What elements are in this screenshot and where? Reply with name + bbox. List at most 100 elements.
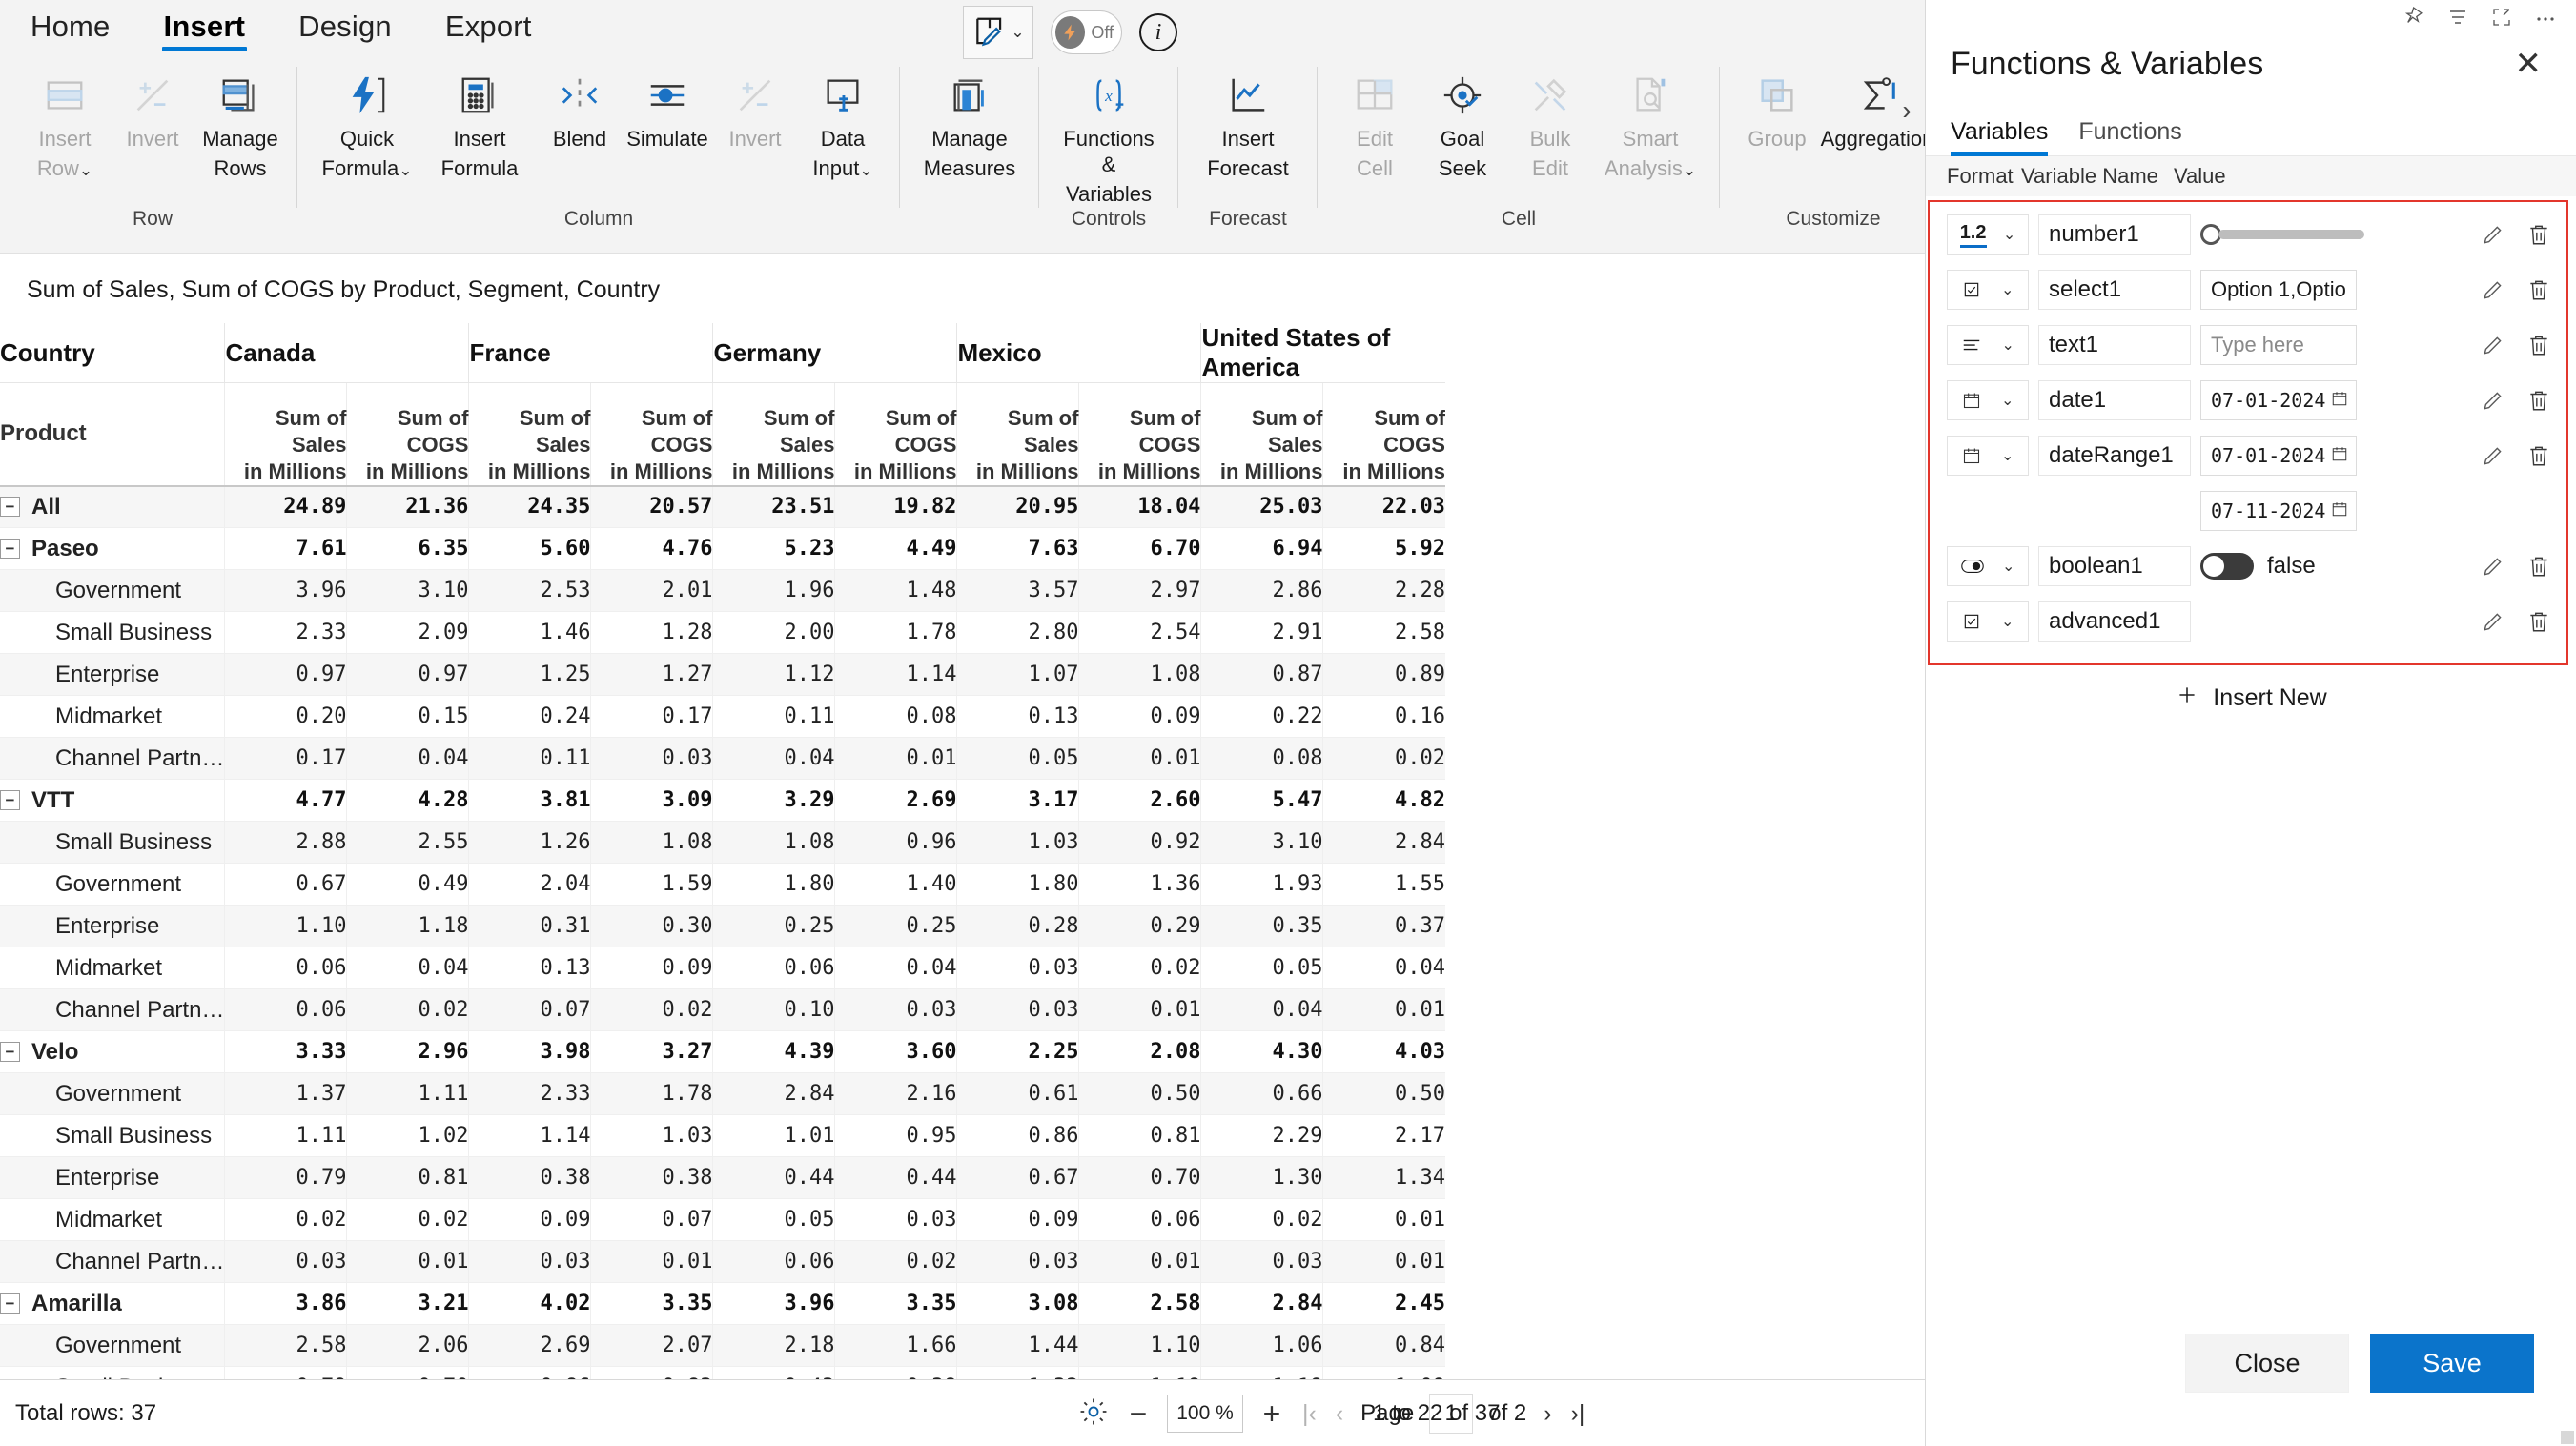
table-cell[interactable]: 0.70 (346, 1366, 469, 1379)
table-cell[interactable]: 7.61 (224, 527, 347, 570)
table-cell[interactable]: 3.33 (224, 1030, 347, 1073)
table-cell[interactable]: 0.01 (1078, 1240, 1201, 1283)
table-cell[interactable]: 1.34 (1322, 1156, 1445, 1199)
table-cell[interactable]: 1.40 (834, 863, 957, 906)
table-cell[interactable]: 2.00 (712, 611, 835, 654)
table-cell[interactable]: 6.94 (1200, 527, 1323, 570)
zoom-level-value[interactable]: 100 % (1167, 1395, 1243, 1433)
table-cell[interactable]: 1.14 (834, 653, 957, 696)
table-cell[interactable]: 1.08 (1078, 653, 1201, 696)
table-cell[interactable]: 0.01 (1078, 988, 1201, 1031)
table-cell[interactable]: 2.06 (346, 1324, 469, 1367)
table-cell[interactable]: 0.83 (590, 1366, 713, 1379)
table-cell[interactable]: 24.89 (224, 485, 347, 528)
table-cell[interactable]: 25.03 (1200, 485, 1323, 528)
variable-name-input[interactable]: number1 (2038, 214, 2191, 255)
collapse-expander-icon[interactable]: − (0, 496, 20, 517)
simulate-button[interactable]: Simulate (624, 63, 711, 157)
invert-row-button[interactable]: Invert (109, 63, 196, 157)
table-cell[interactable]: 2.84 (1200, 1282, 1323, 1325)
edit-pencil-icon[interactable] (2481, 609, 2505, 634)
table-cell[interactable]: 4.03 (1322, 1030, 1445, 1073)
table-cell[interactable]: 2.58 (1322, 611, 1445, 654)
table-cell[interactable]: 2.58 (224, 1324, 347, 1367)
table-cell[interactable]: 3.35 (590, 1282, 713, 1325)
table-cell[interactable]: 2.97 (1078, 569, 1201, 612)
table-row[interactable]: Small Business 2.88 2.55 1.26 1.08 1.08 0.96 1.… (0, 821, 1445, 864)
variable-name-input[interactable]: boolean1 (2038, 546, 2191, 586)
table-cell[interactable]: 1.36 (1078, 863, 1201, 906)
table-cell[interactable]: 0.31 (468, 905, 591, 947)
table-cell[interactable]: 1.02 (346, 1114, 469, 1157)
insert-row-button[interactable]: Insert Row⌄ (21, 63, 109, 189)
table-cell[interactable]: 0.66 (1200, 1072, 1323, 1115)
insert-new-button[interactable]: Insert New (1926, 665, 2576, 730)
table-cell[interactable]: 1.19 (1200, 1366, 1323, 1379)
table-cell[interactable]: 0.09 (468, 1198, 591, 1241)
table-row[interactable]: Channel Partn… 0.06 0.02 0.07 0.02 0.10 0.03 0.… (0, 988, 1445, 1031)
table-cell[interactable]: 4.76 (590, 527, 713, 570)
boolean-toggle[interactable] (2200, 553, 2254, 580)
table-cell[interactable]: 0.06 (1078, 1198, 1201, 1241)
table-cell[interactable]: 0.28 (956, 905, 1079, 947)
table-row[interactable]: Government 3.96 3.10 2.53 2.01 1.96 1.48 3.57 2.… (0, 569, 1445, 612)
table-cell[interactable]: 0.22 (1200, 695, 1323, 738)
table-cell[interactable]: 4.82 (1322, 779, 1445, 822)
table-cell[interactable]: 0.29 (1078, 905, 1201, 947)
table-cell[interactable]: 0.67 (956, 1156, 1079, 1199)
table-cell[interactable]: 2.16 (834, 1072, 957, 1115)
table-cell[interactable]: 0.02 (346, 988, 469, 1031)
table-cell[interactable]: 5.23 (712, 527, 835, 570)
table-cell[interactable]: 0.43 (712, 1366, 835, 1379)
table-cell[interactable]: 1.03 (590, 1114, 713, 1157)
table-cell[interactable]: 0.06 (712, 947, 835, 989)
table-cell[interactable]: 0.03 (224, 1240, 347, 1283)
table-cell[interactable]: 2.29 (1200, 1114, 1323, 1157)
table-cell[interactable]: 0.08 (1200, 737, 1323, 780)
table-cell[interactable]: 0.81 (1078, 1114, 1201, 1157)
table-cell[interactable]: 20.95 (956, 485, 1079, 528)
table-cell[interactable]: 0.05 (1200, 947, 1323, 989)
table-cell[interactable]: 0.44 (834, 1156, 957, 1199)
table-cell[interactable]: 4.49 (834, 527, 957, 570)
table-cell[interactable]: 0.03 (956, 988, 1079, 1031)
edit-cell-button[interactable]: Edit Cell (1331, 63, 1419, 187)
table-cell[interactable]: 20.57 (590, 485, 713, 528)
close-button[interactable]: Close (2185, 1334, 2349, 1393)
table-row[interactable]: − All 24.89 21.36 24.35 20.57 23.51 19.82 20.95 1… (0, 485, 1445, 528)
delete-trash-icon[interactable] (2526, 443, 2551, 468)
table-cell[interactable]: 0.04 (834, 947, 957, 989)
table-cell[interactable]: 0.02 (1200, 1198, 1323, 1241)
table-cell[interactable]: 0.50 (1078, 1072, 1201, 1115)
table-row[interactable]: Small Business 2.33 2.09 1.46 1.28 2.00 1.78 2.… (0, 611, 1445, 654)
table-cell[interactable]: 5.60 (468, 527, 591, 570)
table-cell[interactable]: 7.63 (956, 527, 1079, 570)
table-cell[interactable]: 0.02 (590, 988, 713, 1031)
table-cell[interactable]: 1.28 (590, 611, 713, 654)
table-cell[interactable]: 0.89 (1322, 653, 1445, 696)
collapse-expander-icon[interactable]: − (0, 1041, 20, 1062)
table-cell[interactable]: 0.09 (1078, 695, 1201, 738)
table-cell[interactable]: 2.60 (1078, 779, 1201, 822)
table-cell[interactable]: 0.97 (346, 653, 469, 696)
table-row[interactable]: Government 1.37 1.11 2.33 1.78 2.84 2.16 0.61 0.… (0, 1072, 1445, 1115)
tab-home[interactable]: Home (21, 0, 120, 50)
annotate-pen-button[interactable]: ⌄ (963, 6, 1033, 59)
last-page-button[interactable]: ›| (1569, 1400, 1587, 1428)
table-cell[interactable]: 0.49 (346, 863, 469, 906)
table-cell[interactable]: 1.12 (712, 653, 835, 696)
table-row[interactable]: Midmarket 0.02 0.02 0.09 0.07 0.05 0.03 0.09 0.0… (0, 1198, 1445, 1241)
table-cell[interactable]: 0.61 (956, 1072, 1079, 1115)
group-button[interactable]: Group (1733, 63, 1821, 157)
table-cell[interactable]: 0.07 (468, 988, 591, 1031)
table-cell[interactable]: 0.01 (1322, 988, 1445, 1031)
table-row[interactable]: − Velo 3.33 2.96 3.98 3.27 4.39 3.60 2.25 2.08 4.3… (0, 1030, 1445, 1073)
table-cell[interactable]: 1.78 (590, 1072, 713, 1115)
table-cell[interactable]: 0.30 (590, 905, 713, 947)
prev-page-button[interactable]: ‹ (1334, 1400, 1345, 1428)
table-cell[interactable]: 21.36 (346, 485, 469, 528)
table-cell[interactable]: 22.03 (1322, 485, 1445, 528)
value-input[interactable]: Type here (2200, 325, 2357, 365)
close-icon[interactable]: ✕ (2505, 42, 2552, 86)
table-cell[interactable]: 0.10 (712, 988, 835, 1031)
